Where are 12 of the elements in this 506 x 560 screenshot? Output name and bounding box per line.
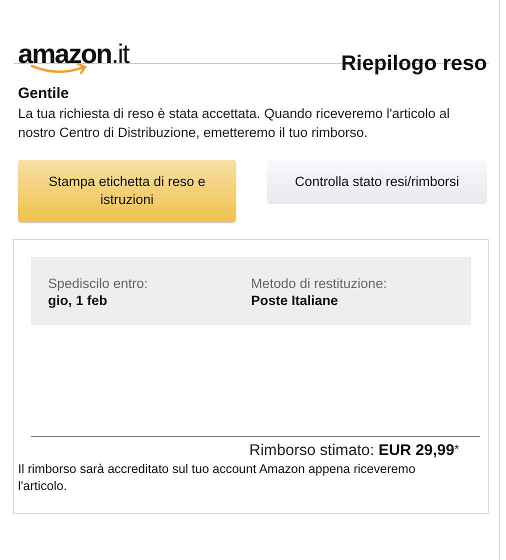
refund-total: Rimborso stimato: EUR 29,99*: [248, 442, 459, 460]
status-button[interactable]: Controlla stato resi/rimborsi: [267, 160, 487, 204]
page-title: Riepilogo reso: [341, 52, 487, 76]
detail-value: Poste Italiane: [251, 292, 340, 309]
amazon-logo: amazon.it: [18, 40, 128, 75]
print-label-button[interactable]: Stampa etichetta di reso e istruzioni: [18, 160, 236, 222]
detail-label: Metodo di restituzione:: [251, 275, 388, 292]
message-text: La tua richiesta di reso è stata accettata. Quando riceveremo l'articolo al nostro Centro di Distribuzione, emetteremo il tuo rimborso.: [18, 105, 451, 142]
refund-note: Il rimborso sarà accreditato sul tuo account Amazon appena riceveremo l'articolo.: [18, 461, 416, 495]
greeting: Gentile: [18, 85, 70, 102]
detail-label: Spediscilo entro:: [48, 275, 149, 292]
detail-value: gio, 1 feb: [48, 292, 108, 309]
